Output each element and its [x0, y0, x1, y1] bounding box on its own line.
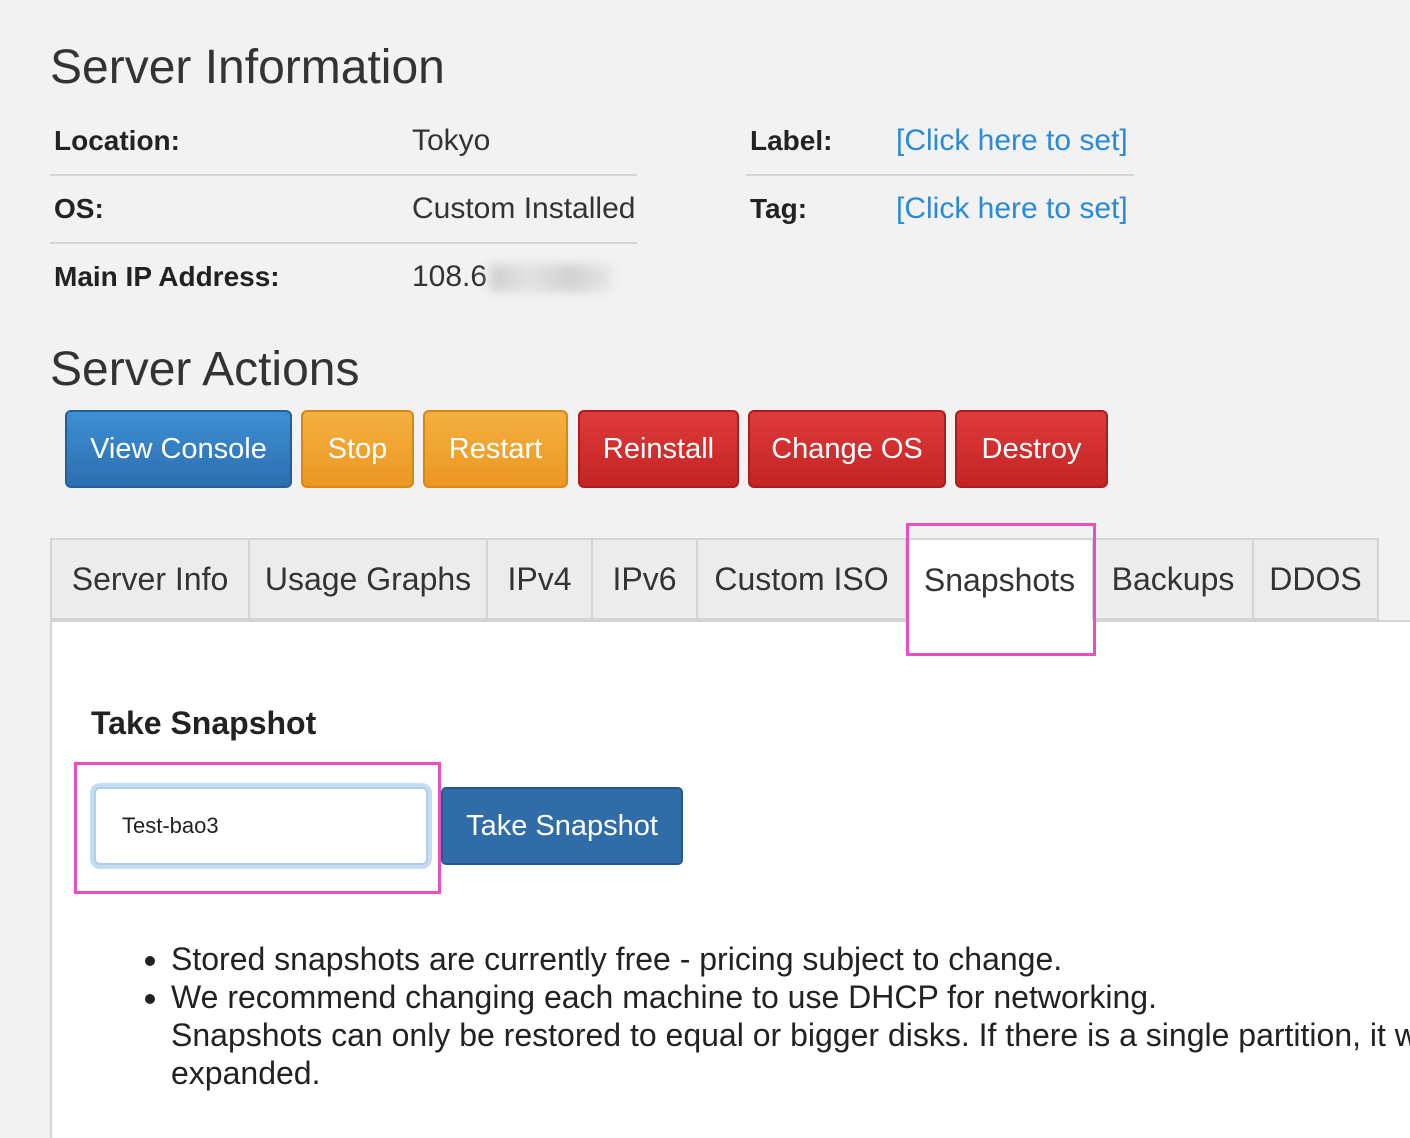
snapshots-tab-highlight: [906, 523, 1096, 656]
tab-ipv4[interactable]: IPv4: [488, 538, 593, 620]
server-info-table: Location: Tokyo OS: Custom Installed Mai…: [50, 108, 637, 310]
snapshot-input-highlight: [74, 762, 441, 894]
os-label: OS:: [50, 174, 412, 243]
tab-ipv6[interactable]: IPv6: [593, 538, 698, 620]
tab-custom-iso[interactable]: Custom ISO: [698, 538, 907, 620]
ip-value-cell: 108.6: [412, 242, 637, 310]
tab-usage-graphs[interactable]: Usage Graphs: [250, 538, 488, 620]
restart-button[interactable]: Restart: [423, 410, 568, 488]
tag-key: Tag:: [746, 174, 896, 242]
os-value: Custom Installed: [412, 174, 637, 243]
view-console-button[interactable]: View Console: [65, 410, 292, 488]
tab-server-info[interactable]: Server Info: [50, 538, 250, 620]
take-snapshot-heading: Take Snapshot: [91, 705, 317, 741]
info-row-tag: Tag: [Click here to set]: [746, 174, 1134, 242]
destroy-button[interactable]: Destroy: [955, 410, 1108, 488]
stop-button[interactable]: Stop: [301, 410, 414, 488]
note-item-continuation: expanded.: [171, 1055, 321, 1091]
server-actions-title: Server Actions: [50, 343, 360, 396]
location-label: Location:: [54, 125, 180, 156]
set-tag-link[interactable]: [Click here to set]: [896, 192, 1128, 225]
tab-ddos[interactable]: DDOS: [1254, 538, 1379, 620]
info-row-os: OS: Custom Installed: [50, 174, 637, 243]
server-information-title: Server Information: [50, 41, 445, 94]
change-os-button[interactable]: Change OS: [748, 410, 946, 488]
info-row-ip: Main IP Address: 108.6: [50, 242, 637, 310]
ip-value: 108.6: [412, 260, 488, 293]
info-row-location: Location: Tokyo: [50, 108, 637, 175]
note-item: Stored snapshots are currently free - pr…: [171, 940, 1410, 978]
server-meta-table: Label: [Click here to set] Tag: [Click h…: [746, 108, 1134, 242]
info-row-label: Label: [Click here to set]: [746, 108, 1134, 175]
location-value: Tokyo: [412, 124, 491, 157]
take-snapshot-button[interactable]: Take Snapshot: [441, 787, 683, 865]
label-key: Label:: [750, 125, 833, 156]
reinstall-button[interactable]: Reinstall: [578, 410, 739, 488]
note-item: Snapshots can only be restored to equal …: [171, 1016, 1410, 1054]
snapshot-notes-list: Stored snapshots are currently free - pr…: [135, 940, 1410, 1092]
ip-label: Main IP Address:: [50, 242, 412, 310]
note-item: We recommend changing each machine to us…: [171, 978, 1410, 1016]
tab-backups[interactable]: Backups: [1094, 538, 1254, 620]
set-label-link[interactable]: [Click here to set]: [896, 124, 1128, 157]
ip-redaction-blur: [489, 264, 612, 293]
